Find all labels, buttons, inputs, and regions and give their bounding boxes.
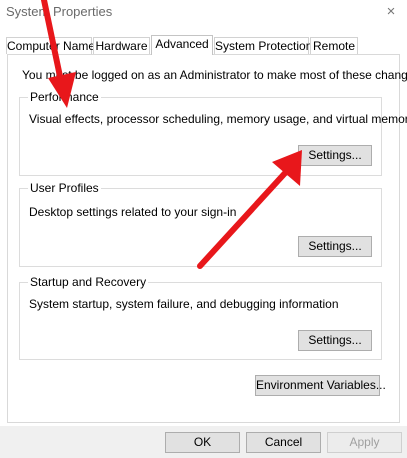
- cancel-button[interactable]: Cancel: [246, 432, 321, 453]
- user-profiles-group: User Profiles Desktop settings related t…: [19, 181, 382, 267]
- tab-remote[interactable]: Remote: [310, 37, 358, 54]
- performance-group: Performance Visual effects, processor sc…: [19, 90, 407, 176]
- close-icon[interactable]: ×: [381, 2, 401, 22]
- performance-title: Performance: [28, 90, 101, 104]
- dialog-footer: OK Cancel Apply: [0, 426, 407, 458]
- tab-advanced[interactable]: Advanced: [151, 35, 213, 55]
- ok-button[interactable]: OK: [165, 432, 240, 453]
- apply-button[interactable]: Apply: [327, 432, 402, 453]
- tab-hardware[interactable]: Hardware: [93, 37, 150, 54]
- tab-system-protection[interactable]: System Protection: [214, 37, 313, 54]
- tab-remote-label: Remote: [312, 39, 356, 53]
- user-profiles-settings-button[interactable]: Settings...: [298, 236, 372, 257]
- startup-recovery-group: Startup and Recovery System startup, sys…: [19, 275, 382, 360]
- performance-settings-button[interactable]: Settings...: [298, 145, 372, 166]
- startup-recovery-description: System startup, system failure, and debu…: [29, 297, 339, 311]
- environment-variables-button[interactable]: Environment Variables...: [255, 375, 386, 396]
- startup-recovery-title: Startup and Recovery: [28, 275, 149, 289]
- tab-computer-name-label: Computer Name: [7, 39, 96, 53]
- user-profiles-title: User Profiles: [28, 181, 101, 195]
- title-bar: System Properties ×: [0, 0, 407, 26]
- tab-system-protection-label: System Protection: [215, 39, 313, 53]
- tab-computer-name[interactable]: Computer Name: [6, 37, 96, 54]
- user-profiles-description: Desktop settings related to your sign-in: [29, 205, 237, 219]
- startup-recovery-settings-button[interactable]: Settings...: [298, 330, 372, 351]
- admin-notice: You must be logged on as an Administrato…: [22, 68, 407, 82]
- tab-advanced-label: Advanced: [155, 37, 209, 51]
- tab-hardware-label: Hardware: [95, 39, 148, 53]
- window-title: System Properties: [6, 4, 113, 19]
- performance-description: Visual effects, processor scheduling, me…: [29, 112, 407, 126]
